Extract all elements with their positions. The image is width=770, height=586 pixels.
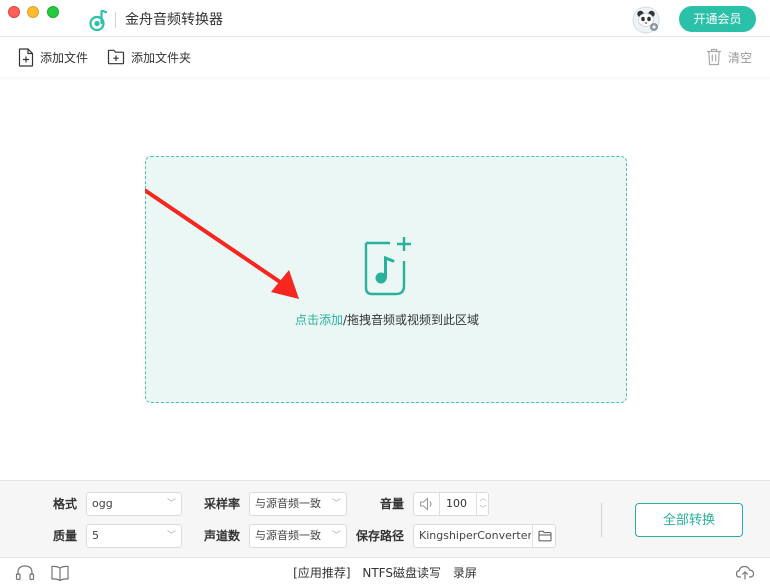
quality-select[interactable]: 5 ﹀ xyxy=(86,524,182,548)
chevron-down-icon: ﹀ xyxy=(166,499,176,509)
chevron-down-icon: ﹀ xyxy=(166,531,176,541)
ntfs-link[interactable]: NTFS磁盘读写 xyxy=(362,566,441,580)
folder-icon xyxy=(538,530,552,542)
volume-step-buttons[interactable]: ︿ ﹀ xyxy=(476,493,489,515)
clear-label: 清空 xyxy=(728,50,753,65)
channels-value: 与源音频一致 xyxy=(255,529,321,542)
browse-folder-button[interactable] xyxy=(532,525,556,547)
format-value: ogg xyxy=(92,497,113,510)
window-close-button[interactable] xyxy=(8,6,20,18)
sample-rate-select[interactable]: 与源音频一致 ﹀ xyxy=(249,492,347,516)
click-add-link[interactable]: 点击添加 xyxy=(295,313,343,327)
app-recommend-link[interactable]: [应用推荐] xyxy=(293,566,350,580)
cloud-upload-icon[interactable] xyxy=(735,563,755,581)
trash-icon xyxy=(707,48,721,66)
music-add-icon xyxy=(364,237,411,296)
chevron-down-icon[interactable]: ﹀ xyxy=(477,504,489,515)
avatar[interactable] xyxy=(632,6,660,34)
channels-label: 声道数 xyxy=(204,529,241,543)
screen-record-link[interactable]: 录屏 xyxy=(453,566,477,580)
format-label: 格式 xyxy=(53,497,78,511)
chevron-down-icon: ﹀ xyxy=(331,531,341,541)
volume-value[interactable]: 100 xyxy=(446,493,467,515)
title-bar: 金舟音频转换器 开通会员 xyxy=(0,0,770,37)
save-path-label: 保存路径 xyxy=(356,529,405,543)
footer: [应用推荐] NTFS磁盘读写 录屏 xyxy=(0,558,770,586)
quality-label: 质量 xyxy=(53,529,78,543)
drop-zone[interactable]: 点击添加/拖拽音频或视频到此区域 xyxy=(145,156,627,403)
toolbar: 添加文件 添加文件夹 清空 xyxy=(0,37,770,77)
drop-hint: 点击添加/拖拽音频或视频到此区域 xyxy=(146,311,628,328)
add-folder-label: 添加文件夹 xyxy=(131,50,192,65)
add-folder-button[interactable]: 添加文件夹 xyxy=(107,47,191,67)
volume-separator xyxy=(439,493,440,515)
channels-select[interactable]: 与源音频一致 ﹀ xyxy=(249,524,347,548)
add-file-label: 添加文件 xyxy=(40,50,89,65)
add-file-button[interactable]: 添加文件 xyxy=(18,47,88,67)
music-note-icon xyxy=(89,9,108,31)
speaker-icon xyxy=(419,497,432,511)
clear-button[interactable]: 清空 xyxy=(706,47,752,67)
sample-rate-value: 与源音频一致 xyxy=(255,497,321,510)
window-minimize-button[interactable] xyxy=(27,6,39,18)
save-path-field[interactable]: KingshiperConverter xyxy=(413,524,556,548)
chevron-up-icon[interactable]: ︿ xyxy=(477,493,489,504)
vip-button[interactable]: 开通会员 xyxy=(679,6,756,32)
window-maximize-button[interactable] xyxy=(47,6,59,18)
chevron-down-icon: ﹀ xyxy=(331,499,341,509)
quality-value: 5 xyxy=(92,529,99,542)
format-select[interactable]: ogg ﹀ xyxy=(86,492,182,516)
volume-label: 音量 xyxy=(380,497,405,511)
sample-rate-label: 采样率 xyxy=(204,497,241,511)
add-file-icon xyxy=(18,47,34,67)
footer-links: [应用推荐] NTFS磁盘读写 录屏 xyxy=(0,558,770,586)
app-title: 金舟音频转换器 xyxy=(125,12,223,28)
convert-all-button[interactable]: 全部转换 xyxy=(635,503,743,537)
drop-hint-text: /拖拽音频或视频到此区域 xyxy=(342,313,480,327)
title-separator xyxy=(115,12,116,28)
save-path-value[interactable]: KingshiperConverter xyxy=(419,525,531,547)
settings-divider xyxy=(601,503,602,537)
volume-stepper[interactable]: 100 ︿ ﹀ xyxy=(413,492,489,516)
add-folder-icon xyxy=(107,49,125,65)
